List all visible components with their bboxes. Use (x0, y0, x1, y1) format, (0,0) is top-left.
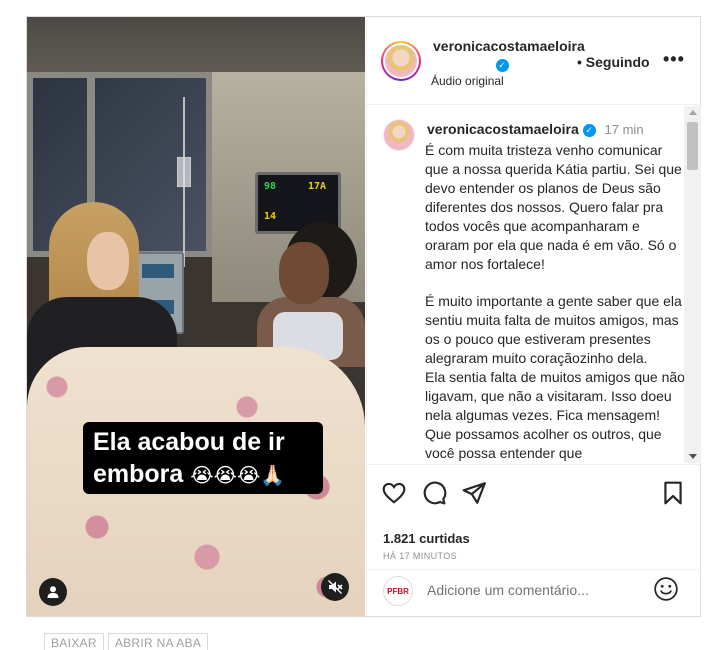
download-button[interactable]: BAIXAR (44, 633, 104, 650)
more-options-icon[interactable]: ••• (663, 49, 685, 70)
following-button[interactable]: • Seguindo (577, 54, 650, 70)
author-avatar[interactable] (381, 41, 421, 81)
post-video[interactable]: 98 17A 14 Ela acabou de ir embora 😭😭😭🙏🏻 (27, 17, 365, 616)
caption-text: É com muita tristeza venho comunicar que… (425, 141, 687, 463)
monitor-reading-1: 98 (264, 181, 277, 192)
current-user-avatar: PFBR (383, 576, 413, 606)
smiley-icon[interactable] (653, 576, 679, 602)
dot-separator: • (577, 54, 582, 70)
original-audio-link[interactable]: Áudio original (431, 74, 504, 88)
caption-emojis: 😭😭😭🙏🏻 (190, 463, 286, 487)
avatar-image (385, 45, 417, 77)
caption-line-2-text: embora (93, 460, 184, 488)
tagged-people-button[interactable] (39, 578, 67, 606)
comment-input[interactable] (427, 578, 647, 602)
post-actions: 1.821 curtidas HÁ 17 MINUTOS (367, 464, 702, 569)
comment-icon[interactable] (421, 480, 447, 506)
post-side-panel: veronicacostamaeloira ✓ Áudio original •… (366, 17, 702, 616)
scrollbar-thumb[interactable] (687, 122, 698, 170)
avatar-inner (383, 43, 419, 79)
comment-time: 17 min (604, 122, 644, 137)
scroll-up-arrow-icon[interactable] (689, 110, 697, 115)
speaker-muted-icon (328, 580, 343, 594)
verified-badge-icon: ✓ (495, 59, 509, 72)
author-username: veronicacostamaeloira (433, 38, 585, 54)
scroll-down-arrow-icon[interactable] (689, 454, 697, 459)
caption-paragraph: É com muita tristeza venho comunicar que… (425, 142, 682, 272)
scene-patient-face (279, 242, 329, 304)
video-frame: 98 17A 14 (27, 17, 365, 616)
comments-scrollbar[interactable] (684, 106, 701, 463)
open-in-tab-button[interactable]: ABRIR NA ABA (107, 633, 209, 650)
scene-woman-face (87, 232, 129, 290)
caption-paragraph: É muito importante a gente saber que ela… (425, 293, 682, 366)
embed-links: BAIXAR ABRIR NA ABA (44, 633, 209, 650)
scene-iv-bag (177, 157, 191, 187)
heart-icon[interactable] (381, 480, 407, 506)
person-icon (47, 586, 59, 598)
comment-author-username[interactable]: veronicacostamaeloira (427, 121, 579, 137)
monitor-reading-2: 17A (308, 181, 327, 192)
caption-line-2: embora 😭😭😭🙏🏻 (93, 458, 313, 491)
comments-area[interactable]: veronicacostamaeloira ✓ 17 min É com mui… (367, 106, 702, 463)
author-username-link[interactable]: veronicacostamaeloira ✓ (433, 37, 585, 73)
monitor-reading-3: 14 (264, 211, 277, 222)
verified-badge-icon: ✓ (582, 124, 596, 137)
bookmark-icon[interactable] (660, 480, 686, 506)
pump-screen (142, 264, 174, 278)
add-comment-bar: PFBR (367, 569, 702, 616)
caption-paragraph: Ela sentia falta de muitos amigos que nã… (425, 369, 685, 461)
likes-count[interactable]: 1.821 curtidas (383, 531, 470, 546)
instagram-post: 98 17A 14 Ela acabou de ir embora 😭😭😭🙏🏻 (26, 16, 702, 617)
video-caption: Ela acabou de ir embora 😭😭😭🙏🏻 (83, 422, 323, 494)
caption-line-1: Ela acabou de ir (93, 428, 285, 456)
mute-toggle-button[interactable] (321, 573, 349, 601)
paper-plane-icon[interactable] (461, 480, 487, 506)
post-timestamp: HÁ 17 MINUTOS (383, 551, 458, 561)
comment-header: veronicacostamaeloira ✓ 17 min (427, 121, 644, 137)
following-label: Seguindo (585, 54, 650, 70)
comment-author-avatar[interactable] (383, 119, 415, 151)
post-header: veronicacostamaeloira ✓ Áudio original •… (367, 17, 702, 105)
